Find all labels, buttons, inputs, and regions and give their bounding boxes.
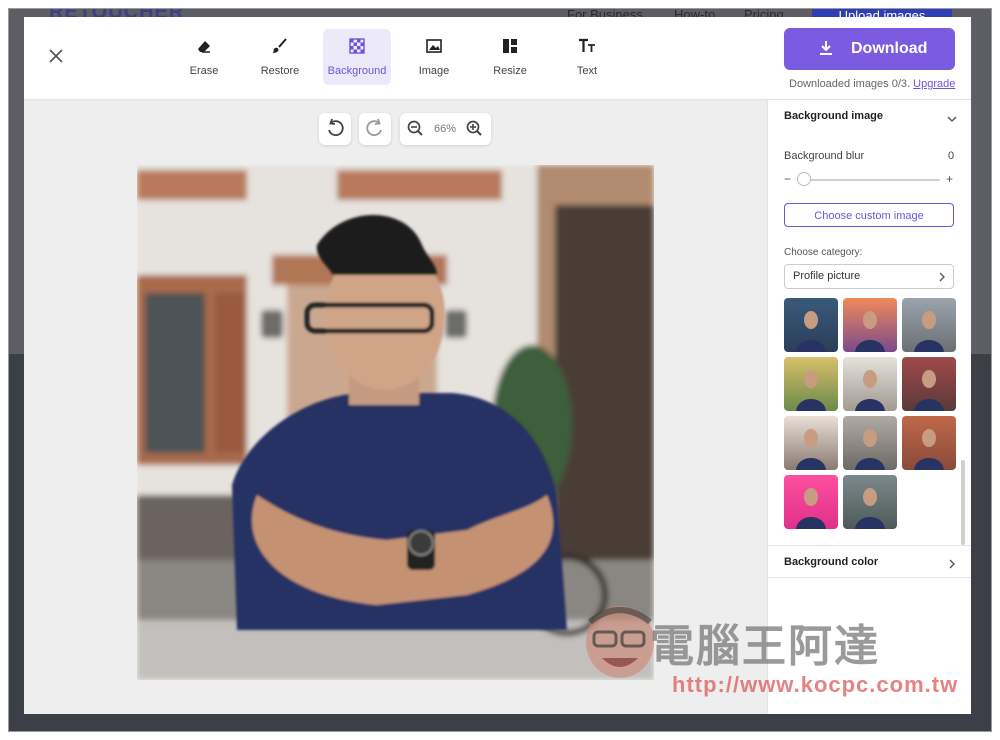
chevron-right-icon [939,272,945,282]
eraser-icon [170,37,238,63]
watermark-mascot-icon [580,600,660,690]
zoom-out-icon[interactable] [400,113,432,145]
blur-slider[interactable]: − + [784,170,956,190]
upgrade-link[interactable]: Upgrade [913,78,955,90]
text-icon [553,37,621,63]
background-thumbnail[interactable] [843,416,897,470]
section-divider [768,545,971,546]
redo-button[interactable] [359,113,391,145]
tool-resize-label: Resize [493,65,527,77]
chevron-right-icon[interactable] [946,557,958,569]
layout-icon [476,37,544,63]
download-label: Download [851,40,928,57]
checkerboard-icon [323,37,391,63]
slider-thumb[interactable] [797,172,811,186]
zoom-in-icon[interactable] [459,113,491,145]
background-thumbnail[interactable] [843,475,897,529]
background-thumbnail[interactable] [902,416,956,470]
background-thumbnail[interactable] [902,298,956,352]
tool-erase[interactable]: Erase [170,29,238,85]
category-label: Choose category: [784,247,863,258]
background-thumbnail[interactable] [784,475,838,529]
slider-track [798,179,940,181]
close-icon[interactable] [46,47,66,67]
editor-toolbar: Erase Restore Background Image Resize Te… [24,17,971,100]
background-thumbnail[interactable] [843,298,897,352]
tool-restore[interactable]: Restore [246,29,314,85]
tool-background-label: Background [327,65,387,77]
tool-image-label: Image [418,65,450,77]
download-icon [820,41,832,55]
background-thumbnail[interactable] [784,298,838,352]
background-thumbnail[interactable] [843,357,897,411]
undo-button[interactable] [319,113,351,145]
category-value: Profile picture [793,270,861,282]
blur-label: Background blur [784,150,865,162]
download-quota: Downloaded images 0/3. Upgrade [789,78,955,90]
photo-illustration [137,165,654,680]
background-image-title: Background image [784,110,884,122]
download-quota-text: Downloaded images 0/3. [789,78,911,90]
blur-value: 0 [948,150,955,162]
tool-image[interactable]: Image [400,29,468,85]
slider-minus: − [784,172,792,186]
watermark-brand: 電腦王阿達 [650,622,880,671]
background-thumbnail[interactable] [902,357,956,411]
download-button[interactable]: Download [784,28,955,70]
zoom-level: 66% [434,123,457,135]
tool-restore-label: Restore [260,65,300,77]
panel-scrollbar[interactable] [961,460,965,545]
slider-plus: + [946,172,954,186]
brush-icon [246,37,314,63]
redo-icon [359,113,391,145]
undo-icon [319,113,351,145]
background-thumbnail[interactable] [784,357,838,411]
background-color-title[interactable]: Background color [784,556,878,568]
tool-text[interactable]: Text [553,29,621,85]
tool-text-label: Text [576,65,598,77]
image-icon [400,37,468,63]
zoom-control: 66% [400,113,491,145]
category-select[interactable]: Profile picture [784,264,954,289]
chevron-down-icon[interactable] [946,112,958,124]
background-thumbnail[interactable] [784,416,838,470]
tool-erase-label: Erase [189,65,219,77]
tool-resize[interactable]: Resize [476,29,544,85]
edited-photo[interactable] [137,165,654,680]
section-divider [768,577,971,578]
watermark-url: http://www.kocpc.com.tw [672,672,959,697]
choose-custom-image-button[interactable]: Choose custom image [784,203,954,227]
tool-background[interactable]: Background [323,29,391,85]
